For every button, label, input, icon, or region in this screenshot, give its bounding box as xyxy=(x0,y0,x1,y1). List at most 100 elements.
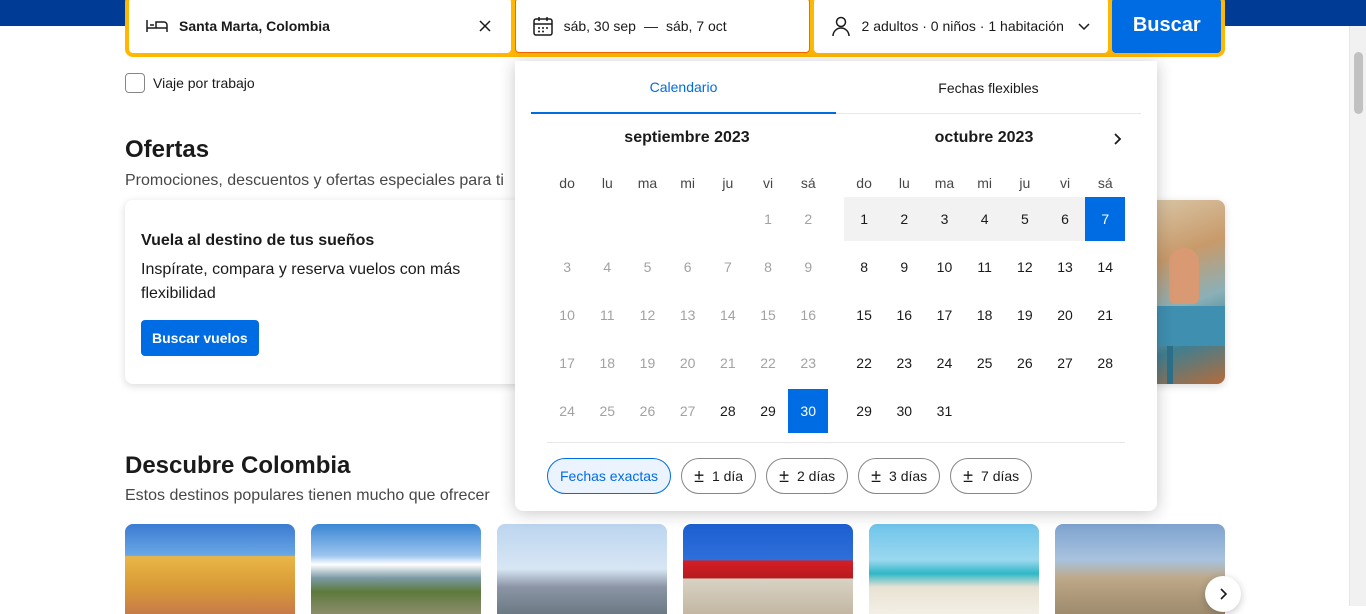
calendar-blank xyxy=(547,197,587,241)
calendar-blank xyxy=(708,197,748,241)
calendar-day: 14 xyxy=(720,307,736,323)
plus-minus-icon: ± xyxy=(871,466,882,486)
carousel-next-button[interactable] xyxy=(1205,576,1241,612)
calendar-day[interactable]: 6 xyxy=(1044,197,1086,241)
destination-field[interactable]: Santa Marta, Colombia xyxy=(129,0,511,53)
calendar-day[interactable]: 7 xyxy=(1085,197,1126,241)
weekday-header: ma xyxy=(934,175,955,191)
calendar-day[interactable]: 8 xyxy=(844,245,884,289)
calendar-day[interactable]: 27 xyxy=(1045,341,1085,385)
calendar-day: 5 xyxy=(643,259,652,275)
calendar-day[interactable]: 10 xyxy=(924,245,964,289)
calendar-day[interactable]: 9 xyxy=(884,245,924,289)
calendar-day[interactable]: 2 xyxy=(884,197,925,241)
chip-label: Fechas exactas xyxy=(560,468,659,484)
calendar-day[interactable]: 16 xyxy=(884,293,924,337)
flex-days-chip[interactable]: ±1 día xyxy=(681,458,757,494)
calendar-day: 4 xyxy=(603,259,612,275)
calendar-day: 23 xyxy=(800,355,816,371)
destination-value: Santa Marta, Colombia xyxy=(179,17,330,34)
destination-card[interactable] xyxy=(869,524,1039,614)
flex-days-chip[interactable]: ±7 días xyxy=(950,458,1033,494)
dates-field[interactable]: sáb, 30 sep — sáb, 7 oct xyxy=(514,0,810,53)
calendar-day[interactable]: 29 xyxy=(844,389,884,433)
calendar-day[interactable]: 5 xyxy=(1004,197,1045,241)
calendar-day[interactable]: 30 xyxy=(884,389,924,433)
calendar-day[interactable]: 13 xyxy=(1045,245,1085,289)
calendar-day[interactable]: 15 xyxy=(844,293,884,337)
calendar-day[interactable]: 23 xyxy=(884,341,924,385)
calendar-day: 2 xyxy=(804,211,813,227)
calendar-day: 22 xyxy=(760,355,776,371)
calendar-day: 6 xyxy=(683,259,692,275)
calendar-day[interactable]: 28 xyxy=(708,389,748,433)
calendar-day[interactable]: 3 xyxy=(924,197,965,241)
check-out-value: sáb, 7 oct xyxy=(665,17,727,34)
flex-days-chip[interactable]: ±3 días xyxy=(858,458,941,494)
calendar-day[interactable]: 14 xyxy=(1085,245,1125,289)
calendar-day[interactable]: 28 xyxy=(1085,341,1125,385)
calendar-day: 17 xyxy=(559,355,575,371)
work-trip-option[interactable]: Viaje por trabajo xyxy=(125,73,255,93)
destination-card[interactable] xyxy=(683,524,853,614)
page-scrollbar[interactable] xyxy=(1349,26,1366,606)
weekday-header: mi xyxy=(977,175,993,191)
calendar-day[interactable]: 21 xyxy=(1085,293,1125,337)
offer-photo xyxy=(1155,200,1225,384)
calendar-day[interactable]: 22 xyxy=(844,341,884,385)
bed-icon xyxy=(146,19,168,32)
weekday-header: ma xyxy=(637,175,658,191)
calendar-day[interactable]: 25 xyxy=(965,341,1005,385)
clear-icon[interactable] xyxy=(475,16,495,36)
calendar-day[interactable]: 12 xyxy=(1005,245,1045,289)
calendar-day[interactable]: 26 xyxy=(1005,341,1045,385)
calendar-day[interactable]: 24 xyxy=(924,341,964,385)
calendar-day[interactable]: 19 xyxy=(1005,293,1045,337)
tab-calendar[interactable]: Calendario xyxy=(531,61,836,114)
work-trip-checkbox[interactable] xyxy=(125,73,145,93)
calendar-day: 12 xyxy=(639,307,656,323)
calendar-day: 25 xyxy=(599,403,616,419)
next-month-button[interactable] xyxy=(1105,127,1129,151)
scrollbar-thumb[interactable] xyxy=(1354,52,1363,114)
calendar-day[interactable]: 1 xyxy=(844,197,885,241)
flex-days-chip[interactable]: ±2 días xyxy=(766,458,849,494)
divider xyxy=(547,442,1125,443)
weekday-header: vi xyxy=(1059,175,1071,191)
search-button[interactable]: Buscar xyxy=(1112,0,1221,53)
month-grid-september: do lu ma mi ju vi sá 1 2 3 4 5 6 7 8 9 10 11 12 13 14 15 16 17 1… xyxy=(547,173,829,437)
calendar-icon xyxy=(532,16,553,36)
tab-flexible-dates[interactable]: Fechas flexibles xyxy=(836,61,1141,114)
destination-card[interactable] xyxy=(125,524,295,614)
calendar-blank xyxy=(627,197,667,241)
calendar-blank xyxy=(587,197,627,241)
search-flights-button[interactable]: Buscar vuelos xyxy=(141,320,259,356)
destination-card[interactable] xyxy=(311,524,481,614)
guests-field[interactable]: 2 adultos · 0 niños · 1 habitación xyxy=(813,0,1109,53)
chip-label: 2 días xyxy=(796,468,836,484)
destination-card[interactable] xyxy=(497,524,667,614)
discover-title: Descubre Colombia xyxy=(125,452,351,479)
calendar-day[interactable]: 31 xyxy=(924,389,964,433)
plus-minus-icon: ± xyxy=(963,466,974,486)
calendar-day[interactable]: 18 xyxy=(965,293,1005,337)
flexibility-chips: Fechas exactas ±1 día ±2 días ±3 días ±7 día… xyxy=(547,458,1033,494)
calendar-day[interactable]: 29 xyxy=(748,389,788,433)
calendar-day[interactable]: 11 xyxy=(965,245,1005,289)
check-in-value: sáb, 30 sep xyxy=(563,17,636,34)
destination-card[interactable] xyxy=(1055,524,1225,614)
discover-subtitle: Estos destinos populares tienen mucho qu… xyxy=(125,487,490,504)
weekday-header: lu xyxy=(601,175,613,191)
calendar-day[interactable]: 30 xyxy=(788,389,829,433)
calendar-day: 15 xyxy=(760,307,776,323)
calendar-day[interactable]: 20 xyxy=(1045,293,1085,337)
calendar-day[interactable]: 17 xyxy=(924,293,964,337)
weekday-header: do xyxy=(559,175,575,191)
chip-label: 1 día xyxy=(711,468,744,484)
calendar-day[interactable]: 4 xyxy=(964,197,1005,241)
plus-minus-icon: ± xyxy=(694,466,704,486)
chip-label: 7 días xyxy=(981,468,1020,484)
exact-dates-chip[interactable]: Fechas exactas xyxy=(547,458,672,494)
weekday-header: sá xyxy=(800,175,816,191)
calendar-day: 10 xyxy=(559,307,575,323)
